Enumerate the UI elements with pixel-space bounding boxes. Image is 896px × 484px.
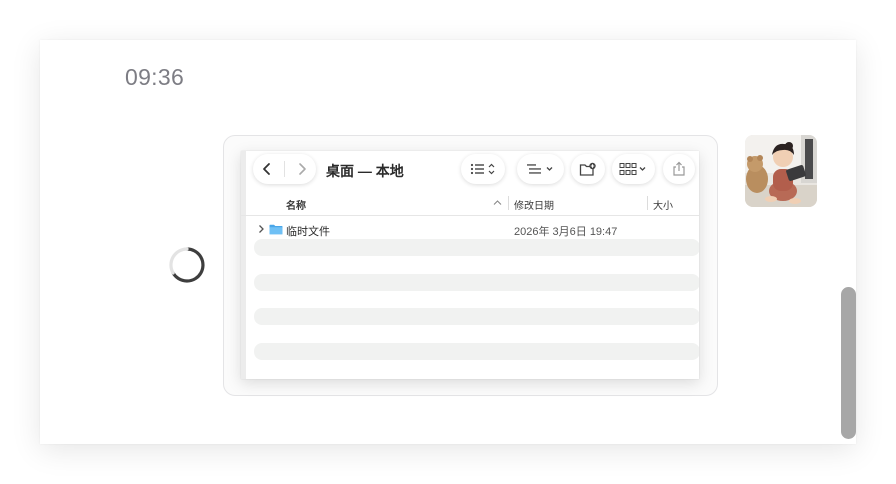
empty-row-stripe — [254, 274, 699, 291]
finder-window-title: 桌面 — 本地 — [326, 163, 404, 179]
list-view-button[interactable] — [461, 154, 505, 184]
file-row[interactable]: 临时文件 2026年 3月6日 19:47 — [254, 221, 694, 239]
empty-row-stripe — [254, 308, 699, 325]
group-icon — [526, 164, 552, 174]
forward-icon[interactable] — [291, 158, 313, 180]
group-by-button[interactable] — [517, 154, 564, 184]
image-message-bubble[interactable]: 桌面 — 本地 名称 修改日期 大小 临时文件 2026年 3月6日 19:47 — [223, 135, 718, 396]
finder-toolbar: 桌面 — 本地 — [241, 151, 699, 193]
nav-separator — [284, 161, 285, 177]
grid-view-icon — [619, 163, 645, 175]
column-header-name[interactable]: 名称 — [286, 197, 306, 212]
column-header-date[interactable]: 修改日期 — [514, 197, 554, 212]
loading-spinner-icon — [169, 247, 205, 283]
navigation-pill — [253, 154, 316, 184]
new-folder-button[interactable] — [571, 154, 605, 184]
share-button[interactable] — [663, 154, 695, 184]
share-icon — [673, 161, 685, 176]
scrollbar-thumb[interactable] — [841, 287, 856, 439]
column-header-size[interactable]: 大小 — [653, 197, 673, 212]
file-name: 临时文件 — [286, 226, 330, 238]
back-icon[interactable] — [256, 158, 278, 180]
avatar[interactable] — [745, 135, 817, 207]
file-modified-date: 2026年 3月6日 19:47 — [514, 226, 618, 238]
disclosure-chevron-icon[interactable] — [258, 224, 265, 234]
message-timestamp: 09:36 — [125, 64, 185, 90]
folder-icon — [269, 224, 283, 235]
column-header-row: 名称 修改日期 大小 — [241, 193, 699, 216]
chat-window: 09:36 桌面 — 本地 名称 修改日期 大小 临时文件 2026年 3月6日… — [40, 40, 856, 444]
grid-view-button[interactable] — [612, 154, 655, 184]
sort-ascending-icon[interactable] — [493, 199, 502, 206]
empty-row-stripe — [254, 239, 699, 256]
list-view-icon — [470, 163, 495, 175]
empty-row-stripe — [254, 343, 699, 360]
column-divider[interactable] — [508, 196, 509, 210]
column-divider[interactable] — [647, 196, 648, 210]
finder-screenshot[interactable]: 桌面 — 本地 名称 修改日期 大小 临时文件 2026年 3月6日 19:47 — [241, 151, 699, 379]
new-folder-icon — [579, 162, 596, 176]
